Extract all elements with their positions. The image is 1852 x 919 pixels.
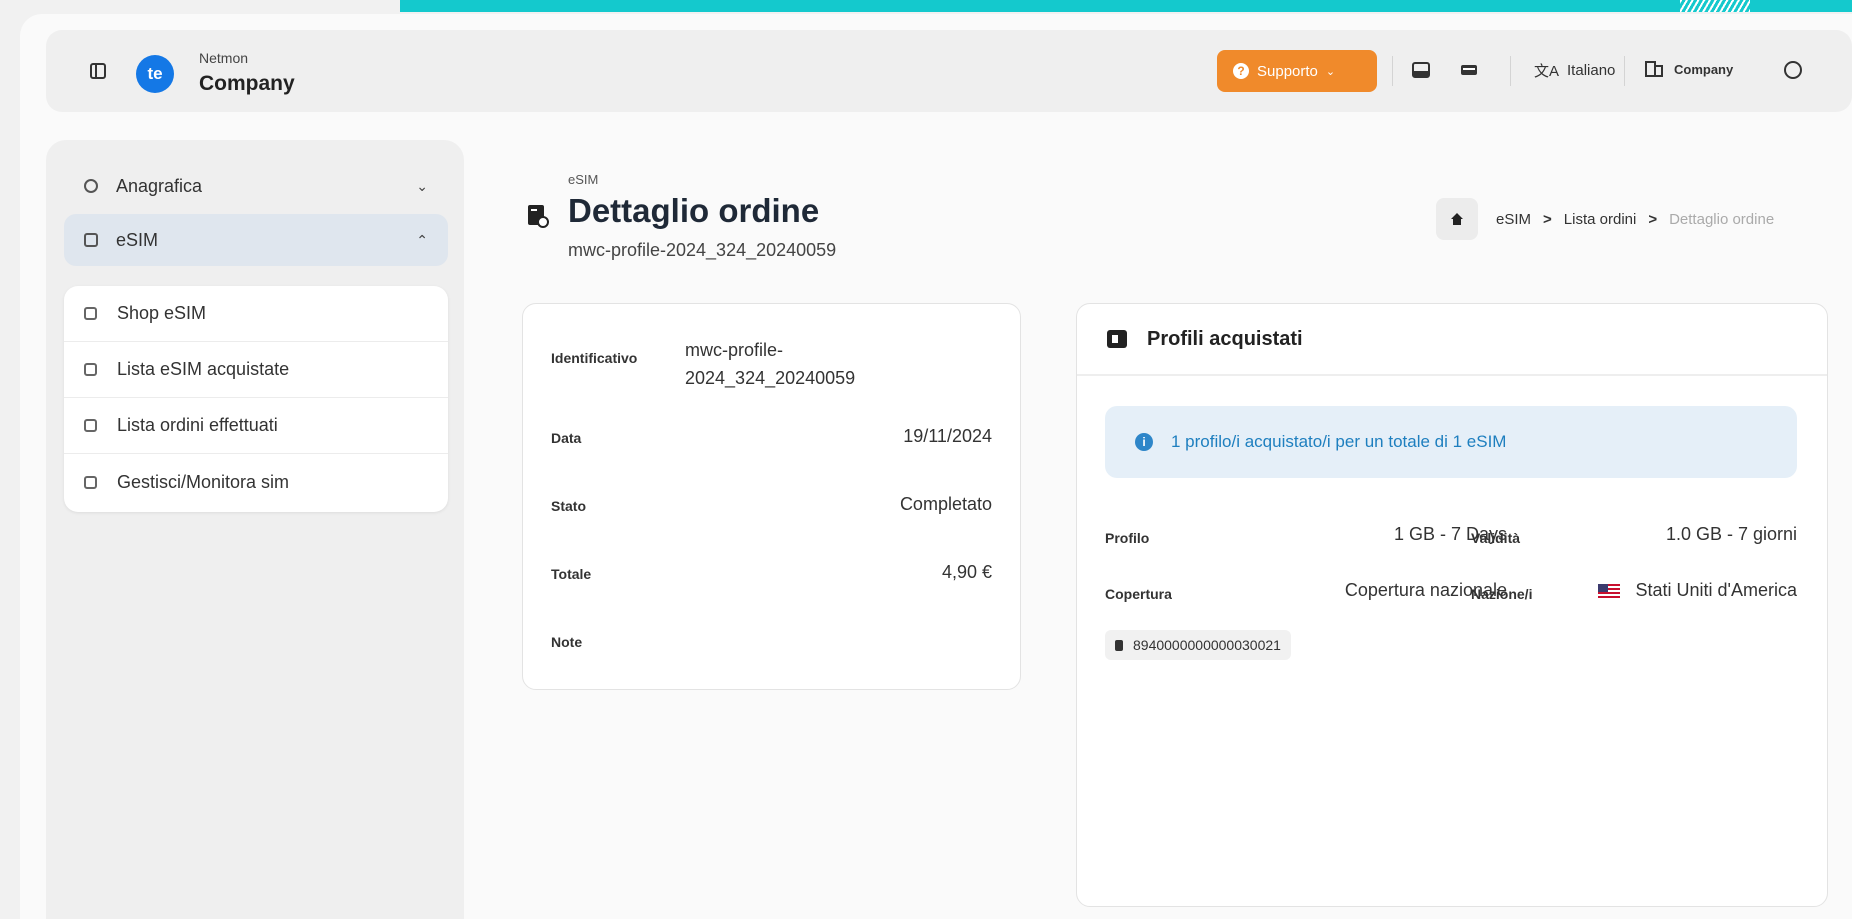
brand-name: Company — [199, 72, 295, 95]
submenu-item-lista-esim[interactable]: Lista eSIM acquistate — [64, 342, 448, 398]
page-section: eSIM — [568, 172, 599, 187]
chevron-down-icon: ⌄ — [416, 177, 428, 194]
country-label: Nazione/i — [1471, 586, 1533, 602]
support-label: Supporto — [1257, 62, 1318, 80]
sidebar-item-label: eSIM — [116, 229, 159, 250]
order-detail-card: Identificativo mwc-profile-2024_324_2024… — [522, 303, 1021, 690]
company-selector[interactable]: Company — [1644, 60, 1733, 78]
sim-card-icon — [1115, 639, 1123, 651]
date-value: 19/11/2024 — [903, 426, 992, 446]
breadcrumb-lista-ordini[interactable]: Lista ordini — [1564, 211, 1637, 228]
profiles-title: Profili acquistati — [1147, 327, 1303, 350]
sidebar-toggle-icon[interactable] — [90, 63, 106, 79]
breadcrumb-current: Dettaglio ordine — [1669, 210, 1775, 228]
database-icon — [84, 179, 98, 193]
validity-value: 1.0 GB - 7 giorni — [1665, 524, 1797, 544]
sim-icon — [84, 233, 98, 247]
coverage-value: Copertura nazionale — [1344, 580, 1507, 600]
submenu-item-label: Gestisci/Monitora sim — [117, 471, 290, 492]
card-icon[interactable] — [1460, 62, 1478, 78]
country-value-wrap: Stati Uniti d'America — [1567, 580, 1797, 601]
iccid-badge[interactable]: 8940000000000030021 — [1105, 630, 1291, 660]
sidebar-item-label: Anagrafica — [116, 175, 203, 196]
orders-icon — [84, 419, 97, 432]
language-label: Italiano — [1567, 62, 1616, 79]
coverage-label: Copertura — [1105, 586, 1172, 602]
inbox-icon[interactable] — [1412, 62, 1430, 78]
sidebar-item-esim[interactable]: eSIM ⌃ — [64, 214, 448, 266]
divider — [1624, 56, 1625, 86]
status-label: Stato — [551, 498, 586, 514]
profile-label: Profilo — [1105, 530, 1150, 546]
profiles-header: Profili acquistati — [1077, 304, 1827, 376]
info-alert: i 1 profilo/i acquistato/i per un totale… — [1105, 406, 1797, 478]
submenu-item-label: Shop eSIM — [117, 303, 207, 323]
home-icon — [1451, 213, 1463, 225]
home-button[interactable] — [1436, 198, 1478, 240]
submenu-item-gestisci-sim[interactable]: Gestisci/Monitora sim — [64, 454, 448, 510]
profile-card-icon — [1107, 330, 1127, 348]
country-value: Stati Uniti d'America — [1635, 580, 1798, 600]
support-button[interactable]: ? Supporto ⌄ — [1217, 50, 1377, 92]
building-icon — [1645, 61, 1663, 77]
top-accent-strip — [400, 0, 1852, 12]
submenu-item-shop-esim[interactable]: Shop eSIM — [64, 286, 448, 342]
info-icon: i — [1135, 433, 1153, 451]
divider — [1392, 56, 1393, 86]
total-label: Totale — [551, 566, 592, 582]
info-text: 1 profilo/i acquistato/i per un totale d… — [1171, 432, 1507, 451]
brand-subtitle: Netmon — [199, 50, 249, 66]
translate-icon: 文A — [1534, 63, 1560, 80]
submenu-item-label: Lista ordini effettuati — [117, 415, 278, 435]
document-settings-icon — [528, 205, 549, 228]
page-subtitle: mwc-profile-2024_324_20240059 — [568, 240, 837, 260]
user-icon[interactable] — [1784, 61, 1802, 79]
help-icon: ? — [1233, 63, 1249, 79]
shop-icon — [84, 307, 97, 320]
notes-label: Note — [551, 634, 583, 650]
chevron-up-icon: ⌃ — [416, 231, 428, 248]
submenu-item-lista-ordini[interactable]: Lista ordini effettuati — [64, 398, 448, 454]
submenu-item-label: Lista eSIM acquistate — [117, 359, 290, 379]
sidebar-item-anagrafica[interactable]: Anagrafica ⌄ — [64, 160, 448, 212]
brand-logo: te — [136, 55, 174, 93]
status-value: Completato — [899, 494, 992, 514]
breadcrumb: eSIM > Lista ordini > Dettaglio ordine — [1436, 198, 1774, 240]
breadcrumb-esim[interactable]: eSIM — [1496, 211, 1531, 228]
validity-label: Validità — [1471, 530, 1521, 546]
company-label: Company — [1674, 61, 1734, 77]
esim-submenu: Shop eSIM Lista eSIM acquistate Lista or… — [64, 286, 448, 512]
date-label: Data — [551, 430, 582, 446]
id-value: mwc-profile-2024_324_20240059 — [685, 340, 856, 388]
accent-hatch — [1680, 0, 1750, 12]
purchased-profiles-card: Profili acquistati i 1 profilo/i acquist… — [1076, 303, 1828, 907]
us-flag-icon — [1597, 584, 1620, 599]
iccid-value: 8940000000000030021 — [1133, 637, 1281, 653]
list-icon — [84, 363, 97, 376]
breadcrumb-separator: > — [1543, 210, 1552, 228]
id-label: Identificativo — [551, 350, 638, 366]
language-selector[interactable]: 文A Italiano — [1534, 60, 1615, 81]
chevron-down-icon: ⌄ — [1325, 65, 1336, 78]
divider — [1510, 56, 1511, 86]
external-link-icon — [84, 475, 97, 489]
page-title: Dettaglio ordine — [568, 192, 820, 229]
breadcrumb-separator: > — [1648, 210, 1658, 228]
total-value: 4,90 € — [941, 562, 992, 582]
